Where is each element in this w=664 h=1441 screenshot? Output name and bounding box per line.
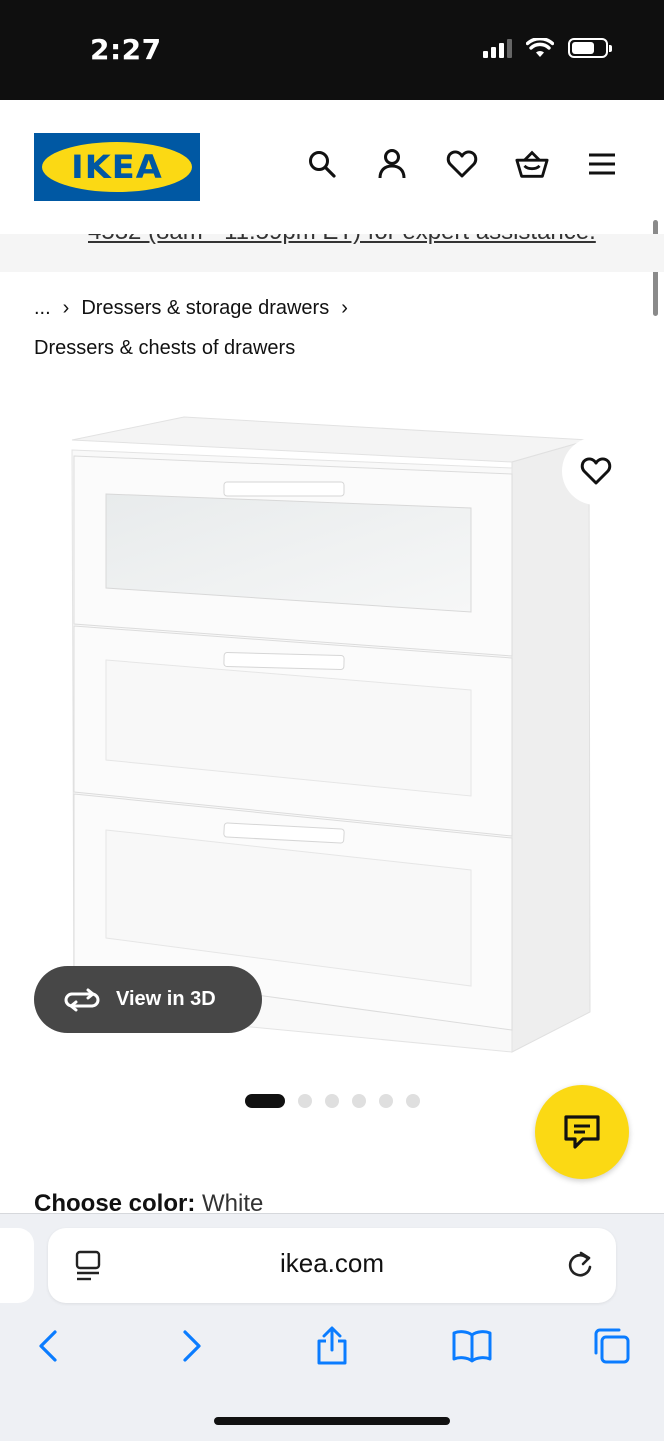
tabs-icon (594, 1328, 630, 1364)
menu-icon[interactable] (585, 147, 619, 181)
basket-icon[interactable] (515, 147, 549, 181)
chevron-right-icon: › (341, 296, 348, 319)
reload-icon[interactable] (566, 1250, 594, 1280)
breadcrumb: ... › Dressers & storage drawers › Dress… (34, 293, 348, 363)
chat-button[interactable] (535, 1085, 629, 1179)
carousel-dot-2[interactable] (298, 1094, 312, 1108)
home-indicator (214, 1417, 450, 1425)
book-icon (452, 1330, 492, 1363)
chevron-right-icon (183, 1330, 201, 1362)
cellular-signal-icon (483, 38, 512, 58)
bookmarks-button[interactable] (450, 1324, 494, 1368)
breadcrumb-ellipsis[interactable]: ... (34, 297, 51, 320)
view-in-3d-label: View in 3D (116, 988, 216, 1010)
save-favorite-button[interactable] (562, 437, 630, 505)
breadcrumb-dressers-chests[interactable]: Dressers & chests of drawers (34, 337, 295, 360)
battery-icon (568, 38, 612, 58)
breadcrumb-dressers-storage[interactable]: Dressers & storage drawers (81, 297, 329, 320)
status-indicators (483, 38, 612, 58)
rotate-3d-icon (64, 988, 100, 1011)
search-icon[interactable] (305, 147, 339, 181)
heart-icon[interactable] (445, 147, 479, 181)
url-domain: ikea.com (279, 1248, 385, 1278)
status-time: 2:27 (90, 33, 162, 66)
carousel-dot-5[interactable] (379, 1094, 393, 1108)
heart-icon (580, 457, 612, 485)
ikea-logo[interactable]: IKEA (34, 133, 200, 201)
chat-icon (564, 1115, 600, 1149)
share-button[interactable] (310, 1324, 354, 1368)
view-in-3d-button[interactable]: View in 3D (34, 966, 262, 1033)
profile-icon[interactable] (375, 147, 409, 181)
carousel-dot-3[interactable] (325, 1094, 339, 1108)
carousel-dot-1[interactable] (245, 1094, 285, 1108)
browser-toolbar: ikea.com (0, 1213, 664, 1441)
status-bar: 2:27 (0, 0, 664, 100)
logo-text: IKEA (71, 148, 163, 186)
chevron-left-icon (39, 1330, 57, 1362)
chevron-right-icon: › (62, 296, 70, 319)
forward-button[interactable] (170, 1324, 214, 1368)
back-button[interactable] (26, 1324, 70, 1368)
share-icon (317, 1326, 347, 1365)
banner-link[interactable]: 4532 (8am - 11:59pm ET) for expert assis… (88, 234, 596, 246)
carousel-dot-6[interactable] (406, 1094, 420, 1108)
address-bar[interactable]: ikea.com (48, 1228, 616, 1303)
info-banner: 4532 (8am - 11:59pm ET) for expert assis… (0, 234, 664, 272)
tabs-button[interactable] (590, 1324, 634, 1368)
previous-tab-preview[interactable] (0, 1228, 34, 1303)
site-header: IKEA (0, 100, 664, 316)
image-carousel-indicator (245, 1094, 420, 1108)
carousel-dot-4[interactable] (352, 1094, 366, 1108)
wifi-icon (526, 38, 554, 57)
